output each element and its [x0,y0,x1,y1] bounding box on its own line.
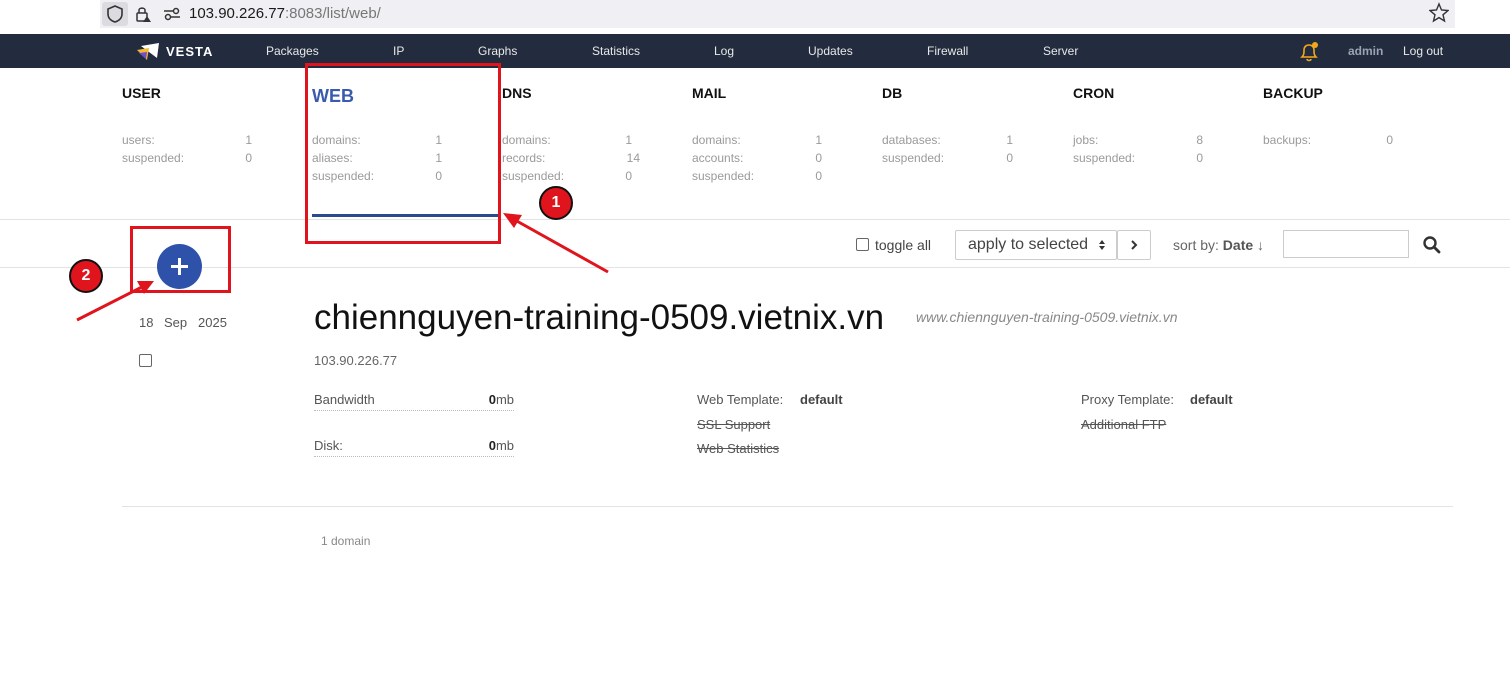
annotation-badge-1: 1 [539,186,573,220]
annotation-badge-2: 2 [69,259,103,293]
annotation-arrows [76,213,609,322]
